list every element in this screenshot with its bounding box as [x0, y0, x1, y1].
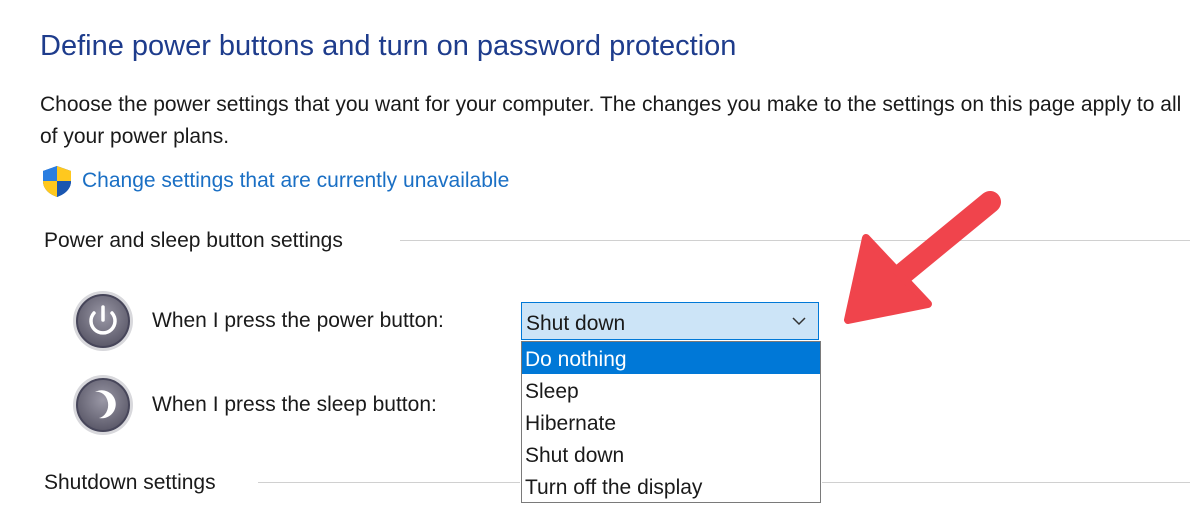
annotation-arrow — [844, 191, 1001, 324]
group-divider — [400, 240, 1190, 241]
option-sleep[interactable]: Sleep — [522, 374, 820, 406]
power-button-icon — [73, 291, 133, 351]
group-divider — [822, 482, 1190, 483]
sleep-button-row: When I press the sleep button: — [72, 374, 437, 436]
option-turn-off-display[interactable]: Turn off the display — [522, 470, 820, 502]
page-title: Define power buttons and turn on passwor… — [40, 30, 737, 62]
power-button-action-value: Shut down — [526, 312, 626, 335]
change-settings-link-label: Change settings that are currently unava… — [82, 169, 510, 192]
power-button-action-select[interactable]: Shut down — [521, 302, 819, 340]
option-shut-down[interactable]: Shut down — [522, 438, 820, 470]
sleep-button-icon — [73, 375, 133, 435]
option-hibernate[interactable]: Hibernate — [522, 406, 820, 438]
power-button-action-options: Do nothing Sleep Hibernate Shut down Tur… — [521, 341, 821, 503]
power-button-label: When I press the power button: — [152, 309, 444, 332]
sleep-button-label: When I press the sleep button: — [152, 393, 437, 416]
page-description: Choose the power settings that you want … — [40, 93, 1182, 148]
change-settings-link[interactable]: Change settings that are currently unava… — [40, 164, 509, 198]
chevron-down-icon — [792, 317, 806, 326]
shutdown-group-header: Shutdown settings — [44, 471, 216, 494]
power-sleep-group-header: Power and sleep button settings — [44, 229, 343, 252]
power-button-row: When I press the power button: — [72, 290, 444, 352]
option-do-nothing[interactable]: Do nothing — [522, 342, 820, 374]
group-divider — [258, 482, 520, 483]
uac-shield-icon — [43, 166, 71, 197]
